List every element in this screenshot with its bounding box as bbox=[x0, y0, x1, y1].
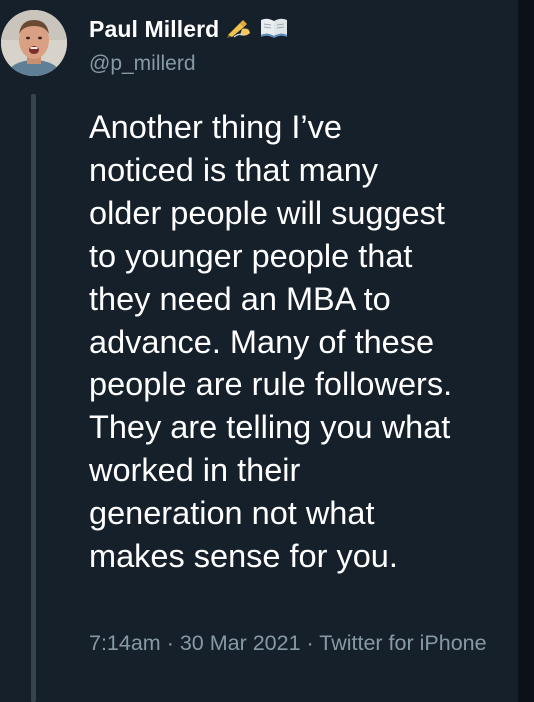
tweet-text-line: advance. Many of these bbox=[89, 323, 435, 360]
open-book-icon bbox=[259, 15, 289, 46]
thread-connector-line bbox=[31, 94, 36, 702]
tweet-date[interactable]: 30 Mar 2021 bbox=[180, 631, 301, 655]
avatar[interactable] bbox=[1, 10, 67, 76]
tweet-text: Another thing I’ve noticed is that many … bbox=[89, 106, 509, 578]
meta-separator: · bbox=[160, 631, 180, 655]
tweet-text-line: They are telling you what bbox=[89, 409, 451, 446]
author-name[interactable]: Paul Millerd bbox=[89, 16, 219, 42]
tweet-text-line: makes sense for you. bbox=[89, 538, 398, 575]
tweet-text-line: generation not what bbox=[89, 495, 375, 532]
avatar-photo bbox=[1, 10, 67, 76]
tweet-text-line: Another thing I’ve bbox=[89, 109, 342, 145]
tweet-text-line: they need an MBA to bbox=[89, 280, 391, 317]
writing-hand-icon bbox=[225, 15, 253, 46]
author-handle[interactable]: @p_millerd bbox=[89, 50, 196, 78]
tweet-text-line: older people will suggest bbox=[89, 194, 445, 231]
author-name-row[interactable]: Paul Millerd bbox=[89, 14, 289, 46]
meta-separator: · bbox=[300, 631, 320, 655]
tweet-text-line: people are rule followers. bbox=[89, 366, 453, 403]
tweet-meta: 7:14am · 30 Mar 2021 · Twitter for iPhon… bbox=[89, 628, 499, 658]
tweet-time[interactable]: 7:14am bbox=[89, 631, 161, 655]
tweet-text-line: noticed is that many bbox=[89, 151, 379, 188]
window-edge bbox=[518, 0, 534, 702]
tweet-text-line: worked in their bbox=[89, 452, 301, 489]
tweet-text-line: to younger people that bbox=[89, 237, 413, 274]
tweet-source[interactable]: Twitter for iPhone bbox=[319, 631, 486, 655]
